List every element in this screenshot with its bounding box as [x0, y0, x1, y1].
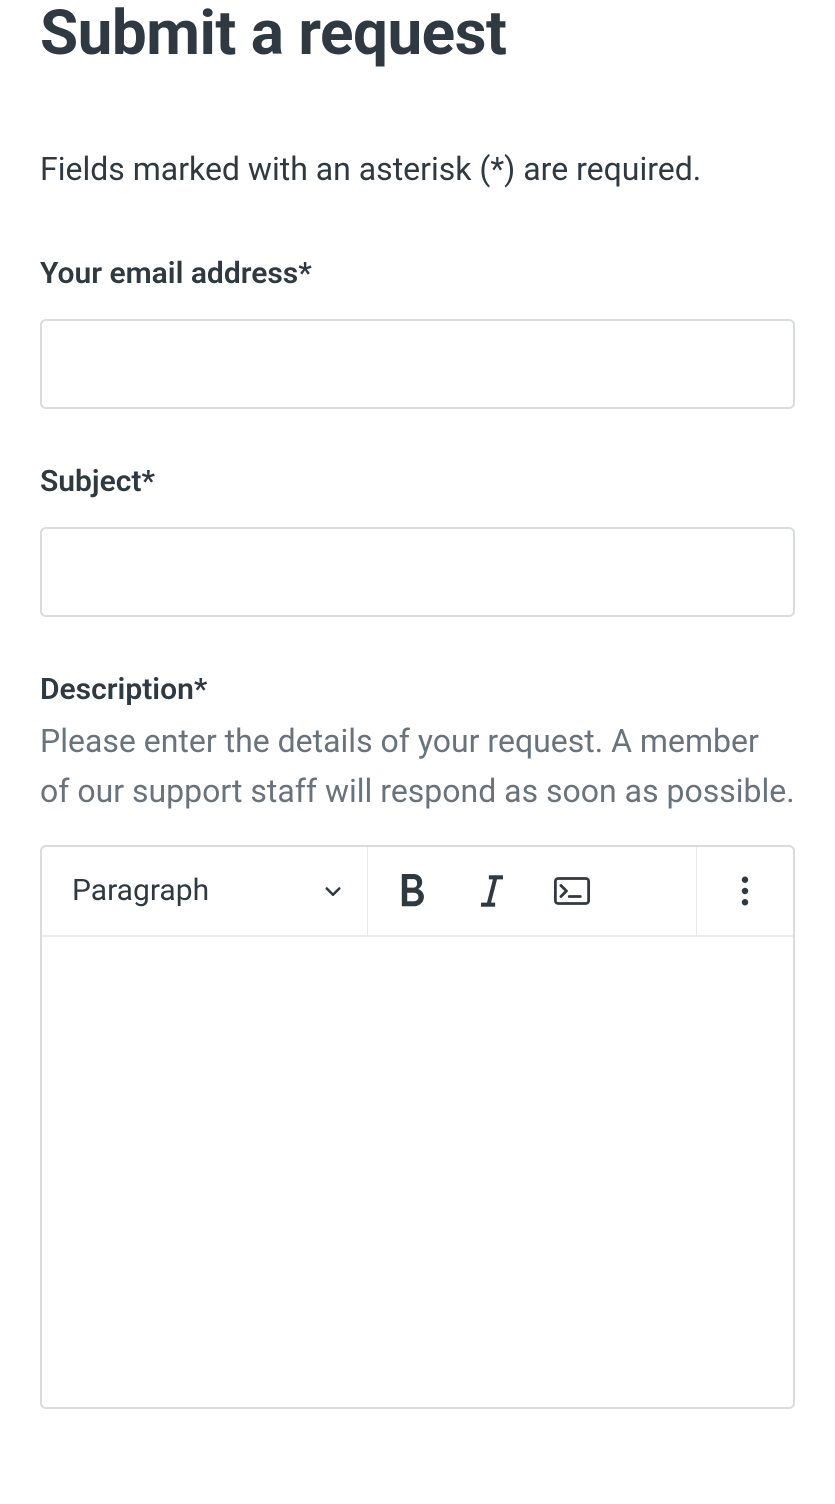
bold-button[interactable]: [372, 847, 452, 935]
subject-field-group: Subject*: [40, 464, 795, 617]
page-title: Submit a request: [40, 0, 795, 68]
description-help: Please enter the details of your request…: [40, 717, 795, 816]
email-label: Your email address*: [40, 256, 795, 291]
italic-icon: [481, 874, 503, 908]
more-group: [697, 847, 793, 935]
description-label: Description*: [40, 672, 795, 707]
heading-dropdown-label: Paragraph: [72, 873, 209, 908]
description-editor: Paragraph: [40, 845, 795, 1409]
bold-icon: [397, 874, 427, 908]
editor-toolbar: Paragraph: [42, 847, 793, 937]
code-block-icon: [554, 877, 590, 905]
required-fields-note: Fields marked with an asterisk (*) are r…: [40, 148, 795, 191]
code-block-button[interactable]: [532, 847, 612, 935]
more-button[interactable]: [697, 847, 793, 935]
subject-input[interactable]: [40, 527, 795, 617]
description-input[interactable]: [42, 937, 793, 1407]
italic-button[interactable]: [452, 847, 532, 935]
more-vertical-icon: [741, 876, 749, 906]
email-input[interactable]: [40, 319, 795, 409]
chevron-down-icon: [323, 881, 343, 901]
toolbar-spacer: [616, 847, 696, 935]
heading-dropdown[interactable]: Paragraph: [42, 847, 367, 935]
email-field-group: Your email address*: [40, 256, 795, 409]
format-buttons: [368, 847, 616, 935]
subject-label: Subject*: [40, 464, 795, 499]
description-field-group: Description* Please enter the details of…: [40, 672, 795, 1408]
